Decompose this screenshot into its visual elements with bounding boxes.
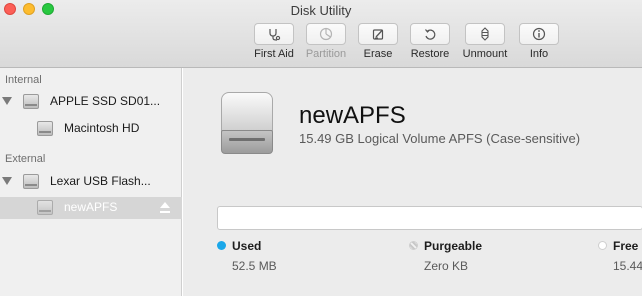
window-title: Disk Utility <box>290 3 352 18</box>
eject-icon[interactable] <box>160 202 170 213</box>
volume-detail-pane: newAPFS 15.49 GB Logical Volume APFS (Ca… <box>183 68 642 296</box>
legend-label: Used <box>232 239 262 253</box>
legend-label: Purgeable <box>424 239 483 253</box>
legend-value: 52.5 MB <box>232 259 277 273</box>
purgeable-dot-icon <box>409 241 418 250</box>
legend-value: 15.44 <box>613 259 642 273</box>
sidebar-item-macintosh-hd[interactable]: Macintosh HD <box>0 118 182 140</box>
volume-name: newAPFS <box>299 102 406 129</box>
erase-label: Erase <box>363 48 393 60</box>
sidebar: Internal APPLE SSD SD01... Macintosh HD … <box>0 68 182 296</box>
info-button[interactable]: Info <box>509 23 569 65</box>
restore-button[interactable]: Restore <box>400 23 460 65</box>
sidebar-item-label: newAPFS <box>64 200 118 214</box>
toolbar: Disk Utility First Aid Partition Erase R… <box>0 0 642 68</box>
external-disk-icon <box>23 174 39 189</box>
info-icon <box>532 27 546 41</box>
sidebar-item-lexar-usb[interactable]: Lexar USB Flash... <box>0 171 182 193</box>
volume-large-icon <box>221 92 273 154</box>
disclosure-triangle-icon[interactable] <box>2 177 12 185</box>
free-dot-icon <box>598 241 607 250</box>
restore-label: Restore <box>410 48 450 60</box>
partition-label: Partition <box>305 48 347 60</box>
volume-description: 15.49 GB Logical Volume APFS (Case-sensi… <box>299 131 581 146</box>
sidebar-item-label: Lexar USB Flash... <box>50 174 151 188</box>
used-dot-icon <box>217 241 226 250</box>
volume-icon <box>37 121 53 136</box>
unmount-button[interactable]: Unmount <box>455 23 515 65</box>
unmount-label: Unmount <box>462 48 508 60</box>
volume-icon <box>37 200 53 215</box>
sidebar-item-label: APPLE SSD SD01... <box>50 94 161 108</box>
unmount-icon <box>481 27 489 41</box>
sidebar-section-internal: Internal <box>5 74 42 86</box>
internal-disk-icon <box>23 94 39 109</box>
legend-label: Free <box>613 239 639 253</box>
sidebar-section-external: External <box>5 153 46 165</box>
sidebar-item-label: Macintosh HD <box>64 121 140 135</box>
partition-icon <box>319 27 333 41</box>
sidebar-item-apple-ssd[interactable]: APPLE SSD SD01... <box>0 91 182 113</box>
restore-icon <box>425 29 436 40</box>
first-aid-button[interactable]: First Aid <box>244 23 304 65</box>
erase-button[interactable]: Erase <box>348 23 408 65</box>
stethoscope-icon <box>269 29 281 41</box>
erase-icon <box>372 29 384 40</box>
legend-value: Zero KB <box>424 259 469 273</box>
partition-button[interactable]: Partition <box>296 23 356 65</box>
disclosure-triangle-icon[interactable] <box>2 97 12 105</box>
usage-bar <box>217 206 642 230</box>
sidebar-item-newapfs[interactable]: newAPFS <box>0 197 182 219</box>
first-aid-label: First Aid <box>254 48 294 60</box>
info-label: Info <box>529 48 549 60</box>
